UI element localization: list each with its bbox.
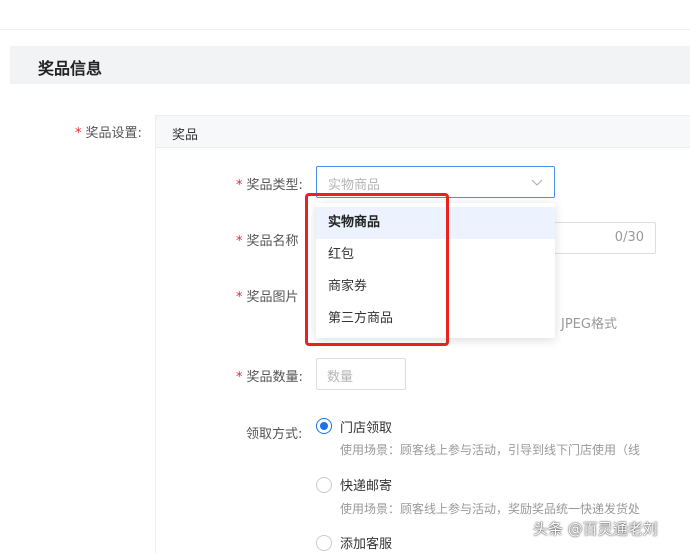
radio-store-pickup-label[interactable]: 门店领取 xyxy=(340,417,392,436)
section-title: 奖品信息 xyxy=(38,59,103,78)
prize-image-label: * 奖品图片 xyxy=(236,290,299,305)
required-mark: * xyxy=(236,178,243,193)
prize-name-counter: 0/30 xyxy=(614,230,644,245)
radio-express-delivery-label[interactable]: 快递邮寄 xyxy=(340,475,392,494)
prize-panel-header: 奖品 xyxy=(156,116,690,148)
radio-add-service[interactable] xyxy=(316,535,332,551)
radio-store-pickup[interactable] xyxy=(316,418,332,434)
watermark: 头条 @百灵通老刘 xyxy=(533,520,658,538)
prize-panel-tab: 奖品 xyxy=(172,128,199,143)
required-mark: * xyxy=(236,370,243,385)
prize-quantity-input[interactable]: 数量 xyxy=(316,358,406,390)
radio-store-pickup-desc: 使用场景：顾客线上参与活动，引导到线下门店使用（线 xyxy=(340,443,641,457)
prize-name-label: * 奖品名称 xyxy=(236,234,299,249)
radio-express-delivery-desc: 使用场景：顾客线上参与活动，奖励奖品统一快递发货处 xyxy=(340,502,641,516)
required-mark: * xyxy=(236,234,243,249)
chevron-down-icon xyxy=(531,179,543,186)
radio-add-service-label[interactable]: 添加客服 xyxy=(340,533,392,552)
prize-image-hint: 、JPEG格式 xyxy=(548,317,617,332)
required-mark: * xyxy=(236,290,243,305)
top-strip xyxy=(0,0,690,30)
required-mark: * xyxy=(75,126,82,141)
prize-quantity-placeholder: 数量 xyxy=(327,370,354,385)
prize-type-label: * 奖品类型: xyxy=(236,178,303,193)
prize-setting-label: * 奖品设置: xyxy=(75,126,142,141)
prize-quantity-label: * 奖品数量: xyxy=(236,370,303,385)
section-header: 奖品信息 xyxy=(10,46,690,84)
claim-method-label: 领取方式: xyxy=(246,427,303,442)
radio-express-delivery[interactable] xyxy=(316,477,332,493)
annotation-highlight-box xyxy=(305,193,449,346)
prize-type-select-value: 实物商品 xyxy=(328,178,381,193)
